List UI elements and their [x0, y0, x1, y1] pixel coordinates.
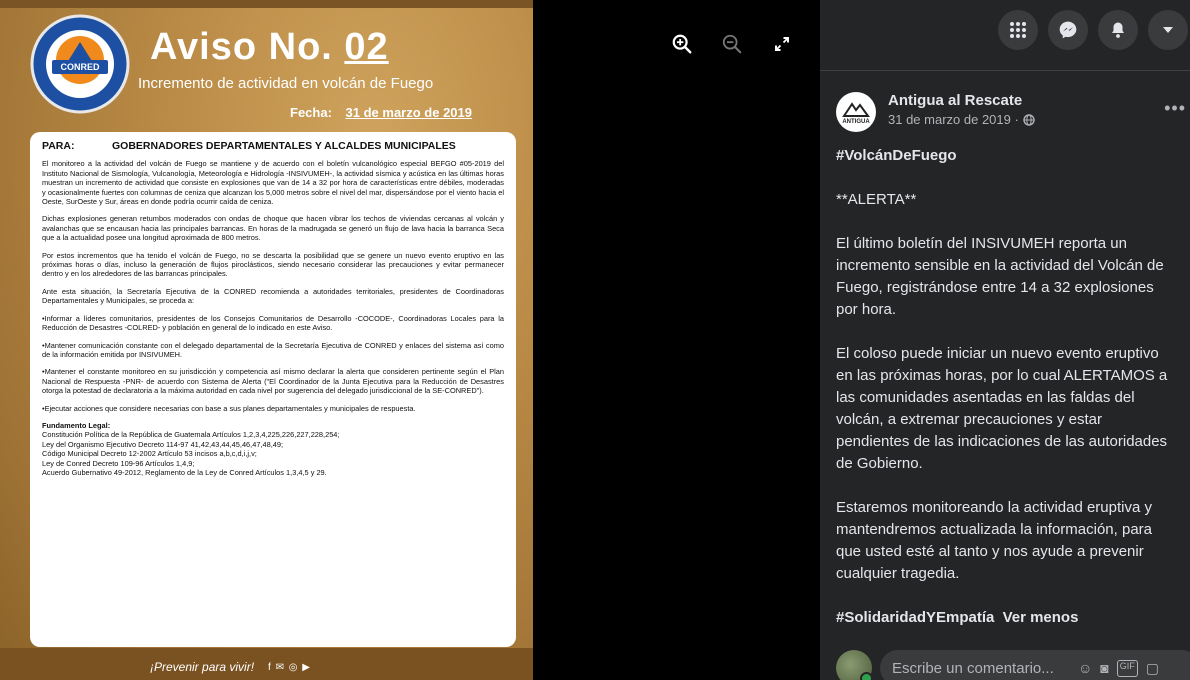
post-panel: ANTIGUA Antigua al Rescate 31 de marzo d…	[820, 0, 1190, 680]
poster-title-number: 02	[344, 26, 389, 68]
app: CONRED Aviso No. 02 Incremento de activi…	[0, 0, 1190, 680]
notice-paragraph: •Mantener el constante monitoreo en su j…	[42, 367, 504, 396]
post-line: que usted esté al tanto y nos ayude a pr…	[836, 543, 1144, 560]
poster-title-prefix: Aviso No.	[150, 26, 333, 68]
hashtag-link[interactable]: #VolcánDeFuego	[836, 147, 957, 164]
camera-icon[interactable]: ◙	[1100, 660, 1108, 677]
sticker-icon[interactable]: ▢	[1146, 660, 1159, 677]
gif-icon[interactable]: GIF	[1116, 659, 1138, 677]
post-line: las comunidades asentadas en las faldas …	[836, 389, 1135, 406]
notice-card: PARA: GOBERNADORES DEPARTAMENTALES Y ALC…	[30, 132, 516, 647]
notice-paragraph: Ante esta situación, la Secretaría Ejecu…	[42, 286, 504, 306]
notice-to-label: PARA:	[42, 140, 75, 152]
post-line: El coloso puede iniciar un nuevo evento …	[836, 345, 1159, 362]
fullscreen-button[interactable]	[768, 30, 796, 58]
post-options-button[interactable]: •••	[1164, 98, 1186, 119]
hashtag-link[interactable]: #SolidaridadYEmpatía	[836, 609, 994, 626]
author-name[interactable]: Antigua al Rescate	[888, 92, 1035, 109]
poster-date: Fecha: 31 de marzo de 2019	[290, 105, 472, 120]
notice-paragraph: Por estos incrementos que ha tenido el v…	[42, 250, 504, 279]
conred-seal-logo: CONRED	[30, 14, 130, 114]
zoom-in-button[interactable]	[668, 30, 696, 58]
notice-paragraph: •Mantener comunicación constante con el …	[42, 340, 504, 359]
comment-box[interactable]: ☺ ◙ GIF ▢	[880, 650, 1190, 680]
legal-line: Acuerdo Gubernativo 49-2012, Reglamento …	[42, 467, 327, 477]
viewer-toolbar	[668, 30, 796, 58]
post-paragraph: Estaremos monitoreando la actividad erup…	[836, 497, 1190, 585]
expand-icon	[775, 37, 789, 51]
post-header: ANTIGUA Antigua al Rescate 31 de marzo d…	[836, 92, 1190, 132]
messenger-icon	[1059, 21, 1077, 39]
mountain-logo-icon: ANTIGUA	[842, 102, 870, 125]
comment-composer: ☺ ◙ GIF ▢	[836, 650, 1190, 680]
divider	[820, 70, 1190, 71]
caret-down-icon	[1163, 27, 1173, 33]
notice-to-value: GOBERNADORES DEPARTAMENTALES Y ALCALDES …	[112, 140, 456, 152]
post-line: volcán, a extremar precauciones y estar	[836, 411, 1102, 428]
post-line: mantendremos actualizada la información,…	[836, 521, 1153, 538]
post-meta: 31 de marzo de 2019 ·	[888, 112, 1035, 127]
account-button[interactable]	[1148, 10, 1188, 50]
post-line: El último boletín del INSIVUMEH reporta …	[836, 235, 1127, 252]
poster-top-stripe	[0, 0, 533, 8]
zoom-out-icon	[722, 34, 742, 54]
menu-button[interactable]	[998, 10, 1038, 50]
post-paragraph: El último boletín del INSIVUMEH reporta …	[836, 233, 1190, 321]
avatar-text: ANTIGUA	[842, 119, 870, 125]
legal-line: Código Municipal Decreto 12-2002 Artícul…	[42, 449, 257, 459]
post-line: de Gobierno.	[836, 455, 923, 472]
notice-recipient: PARA: GOBERNADORES DEPARTAMENTALES Y ALC…	[42, 140, 504, 152]
user-avatar[interactable]	[836, 650, 873, 680]
zoom-in-icon	[672, 34, 692, 54]
notifications-button[interactable]	[1098, 10, 1138, 50]
legal-line: Constitución Política de la República de…	[42, 430, 340, 440]
poster-subtitle: Incremento de actividad en volcán de Fue…	[138, 75, 434, 92]
poster-footer: ¡Prevenir para vivir! f ✉ ◎ ▶	[150, 660, 311, 674]
notice-paragraph: •Informar a líderes comunitarios, presid…	[42, 313, 504, 333]
aviso-poster-image[interactable]: CONRED Aviso No. 02 Incremento de activi…	[0, 0, 533, 680]
legal-line: Ley del Organismo Ejecutivo Decreto 114-…	[42, 439, 284, 449]
post-line: incremento sensible en la actividad del …	[836, 257, 1164, 274]
top-nav-buttons	[998, 10, 1188, 50]
post-line: Estaremos monitoreando la actividad erup…	[836, 499, 1152, 516]
legal-title: Fundamento Legal:	[42, 420, 111, 430]
more-icon: •••	[1164, 98, 1186, 118]
notice-paragraph: Dichas explosiones generan retumbos mode…	[42, 214, 504, 243]
poster-date-label: Fecha:	[290, 105, 332, 120]
grid-menu-icon	[1010, 22, 1026, 38]
post-body: #VolcánDeFuego **ALERTA** El último bole…	[836, 145, 1190, 651]
post-line: cualquier tragedia.	[836, 565, 960, 582]
post-timestamp[interactable]: 31 de marzo de 2019 ·	[888, 112, 1019, 127]
post-paragraph: El coloso puede iniciar un nuevo evento …	[836, 343, 1190, 475]
comment-tools: ☺ ◙ GIF ▢	[1078, 659, 1159, 677]
alert-text: **ALERTA**	[836, 191, 917, 208]
globe-icon	[1023, 113, 1035, 126]
messenger-button[interactable]	[1048, 10, 1088, 50]
bell-icon	[1112, 22, 1124, 38]
comment-input[interactable]	[892, 659, 1072, 677]
social-icons: f ✉ ◎ ▶	[268, 661, 311, 673]
post-line: Fuego, registrándose entre 14 a 32 explo…	[836, 279, 1154, 296]
photo-viewer: CONRED Aviso No. 02 Incremento de activi…	[0, 0, 820, 680]
notice-paragraph: El monitoreo a la actividad del volcán d…	[42, 159, 504, 207]
post-line: por hora.	[836, 301, 897, 318]
page-avatar[interactable]: ANTIGUA	[836, 92, 876, 132]
author-info: Antigua al Rescate 31 de marzo de 2019 ·	[888, 92, 1035, 127]
emoji-icon[interactable]: ☺	[1078, 660, 1092, 677]
post-line: pendientes de las indicaciones de las au…	[836, 433, 1168, 450]
legal-line: Ley de Conred Decreto 109-96 Artículos 1…	[42, 458, 195, 468]
notice-paragraph: •Ejecutar acciones que considere necesar…	[42, 403, 416, 413]
see-less-link[interactable]: Ver menos	[1003, 609, 1079, 626]
poster-date-value: 31 de marzo de 2019	[345, 105, 472, 120]
poster-slogan: ¡Prevenir para vivir!	[150, 660, 255, 674]
post-line: en las próximas horas, por lo cual ALERT…	[836, 367, 1168, 384]
zoom-out-button[interactable]	[718, 30, 746, 58]
poster-title: Aviso No. 02	[150, 26, 389, 69]
seal-text: CONRED	[60, 62, 100, 72]
